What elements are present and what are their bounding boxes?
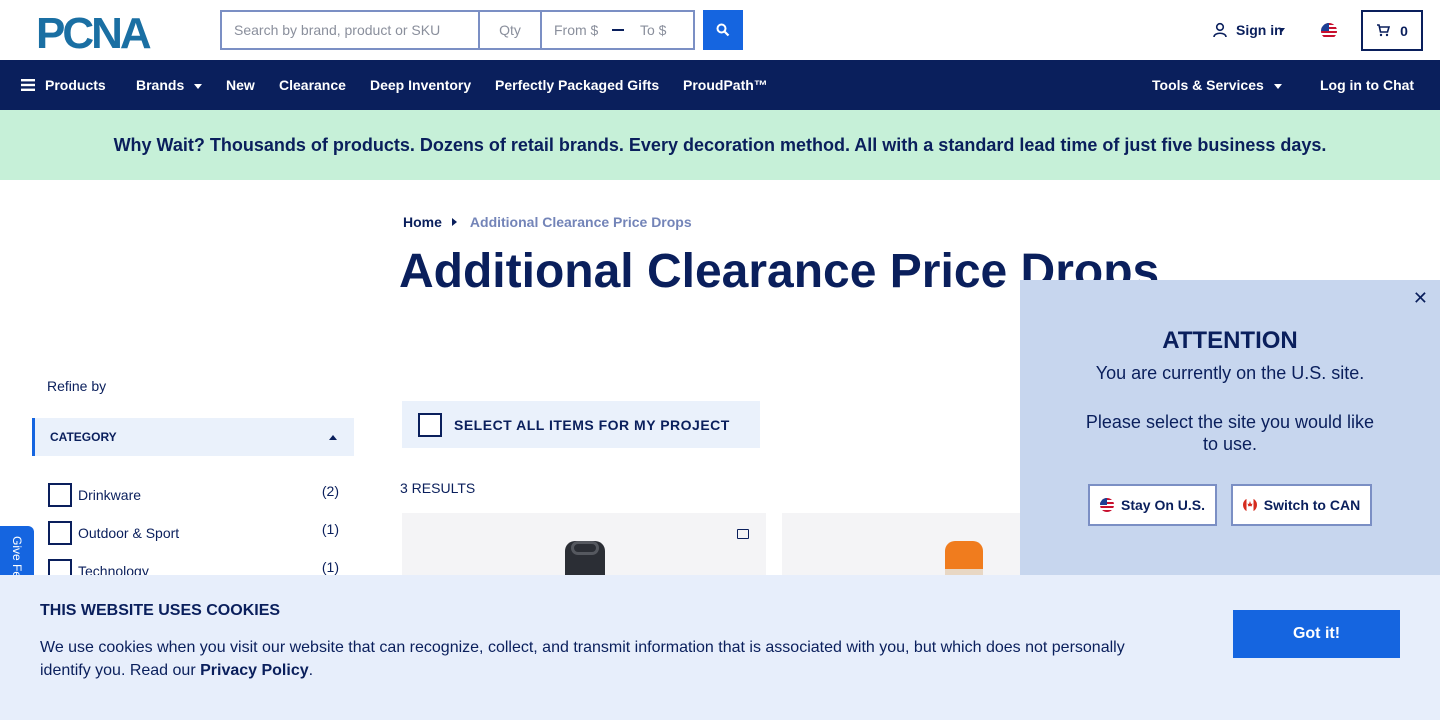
switch-can-label: Switch to CAN (1263, 497, 1361, 513)
canada-flag-icon (1242, 498, 1257, 512)
close-icon[interactable]: ✕ (1413, 288, 1428, 309)
category-count: (2) (321, 483, 339, 499)
category-option[interactable]: Outdoor & Sport (1) (48, 521, 348, 545)
sign-in-link[interactable]: Sign in (1212, 22, 1285, 38)
category-filter-header[interactable]: CATEGORY (32, 418, 354, 456)
svg-text:PCNA: PCNA (36, 12, 151, 50)
breadcrumb-home[interactable]: Home (403, 214, 442, 230)
price-range-dash (612, 29, 624, 31)
cookie-text-end: . (308, 662, 314, 679)
main-nav: Products Brands New Clearance Deep Inven… (0, 60, 1440, 110)
category-option[interactable]: Drinkware (2) (48, 483, 348, 507)
price-to-input[interactable] (628, 12, 690, 48)
accept-cookies-button[interactable]: Got it! (1233, 610, 1400, 658)
cart-icon (1377, 24, 1391, 37)
chevron-right-icon (451, 218, 457, 226)
breadcrumb: Home Additional Clearance Price Drops (403, 214, 692, 230)
search-input[interactable] (220, 10, 478, 50)
chevron-down-icon (1278, 28, 1285, 32)
privacy-policy-link[interactable]: Privacy Policy (200, 662, 309, 679)
promo-banner-text: Why Wait? Thousands of products. Dozens … (113, 134, 1327, 155)
category-count: (1) (321, 521, 339, 537)
chevron-down-icon (1273, 83, 1282, 89)
category-header-label: CATEGORY (50, 430, 117, 444)
nav-clearance[interactable]: Clearance (279, 60, 346, 110)
sign-in-label: Sign in (1236, 22, 1283, 38)
promo-banner: Why Wait? Thousands of products. Dozens … (0, 110, 1440, 180)
qty-input[interactable] (478, 10, 540, 50)
top-header: PCNA Sign in 0 (0, 0, 1440, 60)
cart-button[interactable]: 0 (1361, 10, 1423, 51)
price-from-input[interactable] (542, 12, 612, 48)
stay-us-button[interactable]: Stay On U.S. (1088, 484, 1217, 526)
pcna-logo[interactable]: PCNA (36, 12, 184, 50)
menu-icon (21, 78, 35, 91)
search-button[interactable] (703, 10, 743, 50)
nav-products-label: Products (45, 77, 106, 93)
checkbox[interactable] (48, 483, 72, 507)
search-bar (220, 10, 743, 50)
price-range (540, 10, 695, 50)
modal-line-1: You are currently on the U.S. site. (1095, 363, 1365, 383)
chevron-down-icon (194, 83, 203, 89)
region-modal: ✕ ATTENTION You are currently on the U.S… (1020, 280, 1440, 580)
nav-new[interactable]: New (226, 60, 255, 110)
category-count: (1) (321, 559, 339, 575)
nav-brands-label: Brands (136, 77, 185, 93)
nav-brands[interactable]: Brands (136, 60, 203, 110)
bottle-cap-icon (571, 541, 599, 555)
cookie-banner: THIS WEBSITE USES COOKIES We use cookies… (0, 575, 1440, 720)
checkbox[interactable] (48, 521, 72, 545)
us-flag-icon (1099, 498, 1114, 512)
category-label: Drinkware (78, 487, 142, 503)
cookie-title: THIS WEBSITE USES COOKIES (40, 602, 281, 619)
chevron-up-icon (329, 435, 337, 440)
nav-gifts[interactable]: Perfectly Packaged Gifts (495, 60, 659, 110)
search-icon (716, 23, 730, 37)
nav-tools-label: Tools & Services (1152, 77, 1264, 93)
folder-icon[interactable] (737, 529, 749, 539)
select-all-label: SELECT ALL ITEMS FOR MY PROJECT (454, 416, 730, 433)
breadcrumb-current: Additional Clearance Price Drops (469, 214, 692, 230)
nav-chat-login[interactable]: Log in to Chat (1320, 60, 1414, 110)
checkbox[interactable] (418, 412, 442, 437)
user-icon (1213, 22, 1227, 38)
switch-can-button[interactable]: Switch to CAN (1231, 484, 1372, 526)
modal-line-2: Please select the site you would like to… (1085, 412, 1375, 454)
cookie-text: We use cookies when you visit our websit… (40, 636, 1160, 682)
select-all-button[interactable]: SELECT ALL ITEMS FOR MY PROJECT (402, 401, 760, 448)
nav-deep-inventory[interactable]: Deep Inventory (370, 60, 471, 110)
cart-count: 0 (1400, 22, 1408, 39)
nav-proudpath[interactable]: ProudPath™ (683, 60, 768, 110)
modal-title: ATTENTION (1162, 327, 1298, 354)
refine-label: Refine by (47, 378, 107, 394)
nav-tools-services[interactable]: Tools & Services (1152, 60, 1282, 110)
us-flag-icon[interactable] (1321, 23, 1337, 39)
nav-products[interactable]: Products (21, 60, 106, 110)
stay-us-label: Stay On U.S. (1120, 497, 1206, 513)
category-label: Outdoor & Sport (78, 525, 180, 541)
results-count: 3 RESULTS (400, 480, 476, 496)
